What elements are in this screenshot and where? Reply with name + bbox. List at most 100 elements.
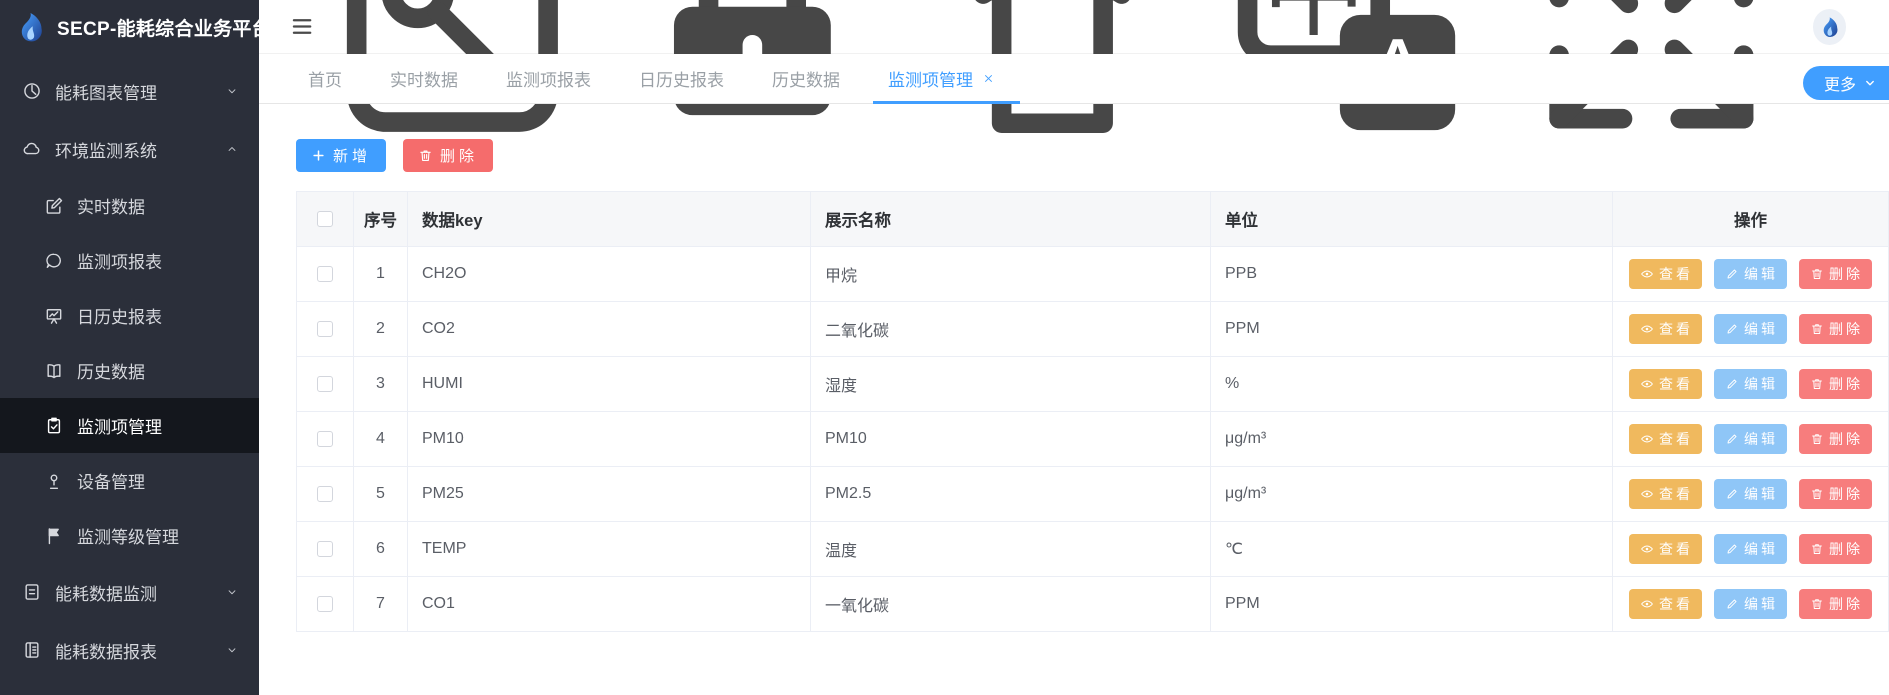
- topbar: 22中A: [259, 0, 1889, 54]
- sidebar-item[interactable]: 历史数据: [0, 343, 259, 398]
- caret-down-icon: [1863, 76, 1877, 90]
- sidebar-item[interactable]: 能耗数据监测: [0, 563, 259, 621]
- row-action-view-button[interactable]: 查看: [1629, 479, 1702, 509]
- eye-icon: [1640, 487, 1654, 501]
- cell-dataKey: CO1: [408, 577, 811, 632]
- select-all-checkbox[interactable]: [317, 211, 333, 227]
- trash-icon: [1810, 322, 1824, 336]
- table-row: 1CH2O甲烷PPB查看编辑删除: [297, 247, 1889, 302]
- user-avatar[interactable]: [1813, 9, 1846, 45]
- cell-index: 4: [354, 412, 408, 467]
- row-action-delete-button[interactable]: 删除: [1799, 479, 1872, 509]
- caret-down-icon[interactable]: [1859, 19, 1873, 34]
- cell-dataKey: TEMP: [408, 522, 811, 577]
- table-row: 2CO2二氧化碳PPM查看编辑删除: [297, 302, 1889, 357]
- row-checkbox[interactable]: [317, 376, 333, 392]
- cell-displayName: PM10: [811, 412, 1211, 467]
- sidebar-item-label: 能耗图表管理: [55, 79, 225, 104]
- row-action-edit-button[interactable]: 编辑: [1714, 259, 1787, 289]
- tab-3[interactable]: 日历史报表: [630, 54, 733, 103]
- row-checkbox-cell: [297, 522, 354, 577]
- row-action-view-button[interactable]: 查看: [1629, 369, 1702, 399]
- sidebar-item-label: 历史数据: [77, 358, 239, 383]
- row-action-delete-button[interactable]: 删除: [1799, 314, 1872, 344]
- row-action-view-button[interactable]: 查看: [1629, 534, 1702, 564]
- sidebar-item[interactable]: 日历史报表: [0, 288, 259, 343]
- hamburger-icon[interactable]: [290, 15, 314, 38]
- tab-active[interactable]: 监测项管理: [879, 54, 1004, 103]
- sidebar-item[interactable]: 监测项报表: [0, 233, 259, 288]
- eye-icon: [1640, 432, 1654, 446]
- sidebar-item[interactable]: 监测项管理: [0, 398, 259, 453]
- sidebar-item[interactable]: 设备管理: [0, 453, 259, 508]
- row-action-view-button[interactable]: 查看: [1629, 589, 1702, 619]
- app-logo: SECP-能耗综合业务平台: [0, 0, 259, 54]
- trash-icon: [1810, 487, 1824, 501]
- sidebar-item-label: 设备管理: [77, 468, 239, 493]
- more-button[interactable]: 更多: [1803, 66, 1889, 100]
- tab-4[interactable]: 历史数据: [763, 54, 849, 103]
- tab-label: 监测项报表: [506, 66, 591, 91]
- flag-icon: [44, 526, 64, 546]
- cell-index: 2: [354, 302, 408, 357]
- action-label: 编辑: [1744, 429, 1778, 449]
- row-action-delete-button[interactable]: 删除: [1799, 259, 1872, 289]
- row-action-edit-button[interactable]: 编辑: [1714, 424, 1787, 454]
- eye-icon: [1640, 377, 1654, 391]
- tab-2[interactable]: 监测项报表: [497, 54, 600, 103]
- row-action-view-button[interactable]: 查看: [1629, 314, 1702, 344]
- sidebar-item-label: 能耗数据报表: [55, 638, 225, 663]
- monitor-items-table: 序号数据key展示名称单位操作 1CH2O甲烷PPB查看编辑删除2CO2二氧化碳…: [296, 191, 1889, 632]
- sidebar-item[interactable]: 能耗数据报表: [0, 621, 259, 679]
- cell-index: 1: [354, 247, 408, 302]
- row-checkbox[interactable]: [317, 321, 333, 337]
- actions-cell: 查看编辑删除: [1613, 357, 1889, 412]
- action-label: 查看: [1659, 539, 1693, 559]
- trash-icon: [1810, 542, 1824, 556]
- row-checkbox[interactable]: [317, 541, 333, 557]
- cell-index: 5: [354, 467, 408, 522]
- table-row: 6TEMP温度℃查看编辑删除: [297, 522, 1889, 577]
- row-action-edit-button[interactable]: 编辑: [1714, 534, 1787, 564]
- cell-displayName: 二氧化碳: [811, 302, 1211, 357]
- table-wrap: 序号数据key展示名称单位操作 1CH2O甲烷PPB查看编辑删除2CO2二氧化碳…: [296, 191, 1889, 632]
- cloud-icon: [22, 139, 42, 159]
- row-action-view-button[interactable]: 查看: [1629, 259, 1702, 289]
- row-action-edit-button[interactable]: 编辑: [1714, 479, 1787, 509]
- tab-label: 实时数据: [390, 66, 458, 91]
- cell-index: 6: [354, 522, 408, 577]
- row-checkbox[interactable]: [317, 266, 333, 282]
- sidebar-item[interactable]: 监测等级管理: [0, 508, 259, 563]
- tab-1[interactable]: 实时数据: [381, 54, 467, 103]
- tab-list: 首页 实时数据 监测项报表 日历史报表历史数据监测项管理: [299, 54, 1034, 103]
- row-checkbox-cell: [297, 247, 354, 302]
- table-body: 1CH2O甲烷PPB查看编辑删除2CO2二氧化碳PPM查看编辑删除3HUMI湿度…: [297, 247, 1889, 632]
- row-action-delete-button[interactable]: 删除: [1799, 369, 1872, 399]
- row-action-delete-button[interactable]: 删除: [1799, 424, 1872, 454]
- tab-0[interactable]: 首页: [299, 54, 351, 103]
- row-action-edit-button[interactable]: 编辑: [1714, 589, 1787, 619]
- row-checkbox[interactable]: [317, 431, 333, 447]
- close-icon[interactable]: [982, 72, 995, 85]
- pencil-icon: [1725, 322, 1739, 336]
- actions-cell: 查看编辑删除: [1613, 467, 1889, 522]
- sidebar-item[interactable]: 环境监测系统: [0, 120, 259, 178]
- row-checkbox[interactable]: [317, 596, 333, 612]
- sidebar-item[interactable]: 能耗图表管理: [0, 62, 259, 120]
- row-action-edit-button[interactable]: 编辑: [1714, 369, 1787, 399]
- row-checkbox[interactable]: [317, 486, 333, 502]
- eye-icon: [1640, 542, 1654, 556]
- cell-displayName: 湿度: [811, 357, 1211, 412]
- table-row: 3HUMI湿度%查看编辑删除: [297, 357, 1889, 412]
- sidebar-item[interactable]: 实时数据: [0, 178, 259, 233]
- more-button-label: 更多: [1824, 71, 1856, 95]
- chevron-down-icon: [225, 84, 239, 98]
- row-action-delete-button[interactable]: 删除: [1799, 534, 1872, 564]
- row-action-delete-button[interactable]: 删除: [1799, 589, 1872, 619]
- trash-icon: [1810, 267, 1824, 281]
- cell-unit: PPB: [1211, 247, 1613, 302]
- pie-chart-icon: [22, 81, 42, 101]
- row-action-view-button[interactable]: 查看: [1629, 424, 1702, 454]
- app-title: SECP-能耗综合业务平台: [57, 14, 259, 41]
- row-action-edit-button[interactable]: 编辑: [1714, 314, 1787, 344]
